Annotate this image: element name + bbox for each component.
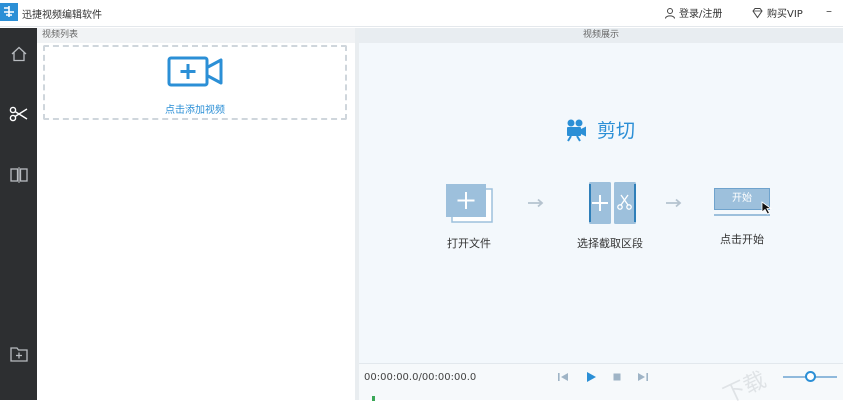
film-camera-icon [567,119,586,142]
diamond-icon [752,7,763,18]
add-folder-icon [9,347,28,362]
playback-controls: 00:00:00.0/00:00:00.0 [359,363,843,401]
step-click-start: 开始 点击开始 [707,181,777,247]
stop-icon [613,373,621,381]
video-camera-add-icon [167,56,223,87]
login-register-button[interactable]: 登录/注册 [664,5,722,20]
step-select-range: 选择截取区段 [565,181,655,251]
previous-frame-button[interactable] [555,369,571,385]
play-button[interactable] [583,369,599,385]
title-bar: 迅捷视频编辑软件 登录/注册 购买VIP – [0,0,843,27]
video-list-panel: 视频列表 点击添加视频 [37,28,355,400]
minimize-button[interactable]: – [826,4,832,18]
time-display: 00:00:00.0/00:00:00.0 [364,372,477,383]
step-label: 打开文件 [447,237,491,250]
app-title: 迅捷视频编辑软件 [22,10,102,21]
zoom-slider-knob[interactable] [805,371,816,382]
open-file-icon [446,184,493,223]
right-arrow-icon [666,198,682,208]
login-register-label: 登录/注册 [679,9,723,20]
sidebar-item-add-folder[interactable] [0,334,37,374]
user-icon [665,7,675,19]
sidebar-item-cut[interactable] [0,94,37,134]
video-preview-panel: 视频展示 剪切 打开文件 选择截取区段 开始 点击开始 00:00:00.0/0… [359,28,843,401]
buy-vip-label: 购买VIP [767,9,803,20]
feature-title-text: 剪切 [597,120,636,142]
scissors-icon [9,106,27,122]
sidebar-item-split[interactable] [0,155,37,195]
select-range-icon [589,182,636,224]
next-frame-button[interactable] [635,369,651,385]
buy-vip-button[interactable]: 购买VIP [751,5,803,20]
timeline-marker [372,396,375,401]
step-label: 选择截取区段 [577,237,643,250]
video-list-header: 视频列表 [37,28,355,43]
video-preview-header: 视频展示 [359,28,843,43]
home-icon [11,46,26,62]
add-video-dropzone[interactable]: 点击添加视频 [43,45,347,120]
sidebar [0,28,37,400]
feature-title: 剪切 [565,116,635,143]
stop-button[interactable] [609,369,625,385]
add-video-label: 点击添加视频 [165,105,225,116]
step-label: 点击开始 [720,233,764,246]
arrow-icon [527,196,545,212]
step-open-file: 打开文件 [439,181,499,251]
split-icon [9,167,28,183]
skip-back-icon [558,373,568,381]
play-icon [587,372,596,382]
mouse-cursor-icon [761,201,773,215]
app-logo [0,3,18,21]
start-button-illustration: 开始 [709,181,775,225]
skip-forward-icon [638,373,648,381]
app-logo-icon [0,3,18,21]
arrow-icon [665,196,683,212]
right-arrow-icon [528,198,544,208]
sidebar-item-home[interactable] [0,34,37,74]
